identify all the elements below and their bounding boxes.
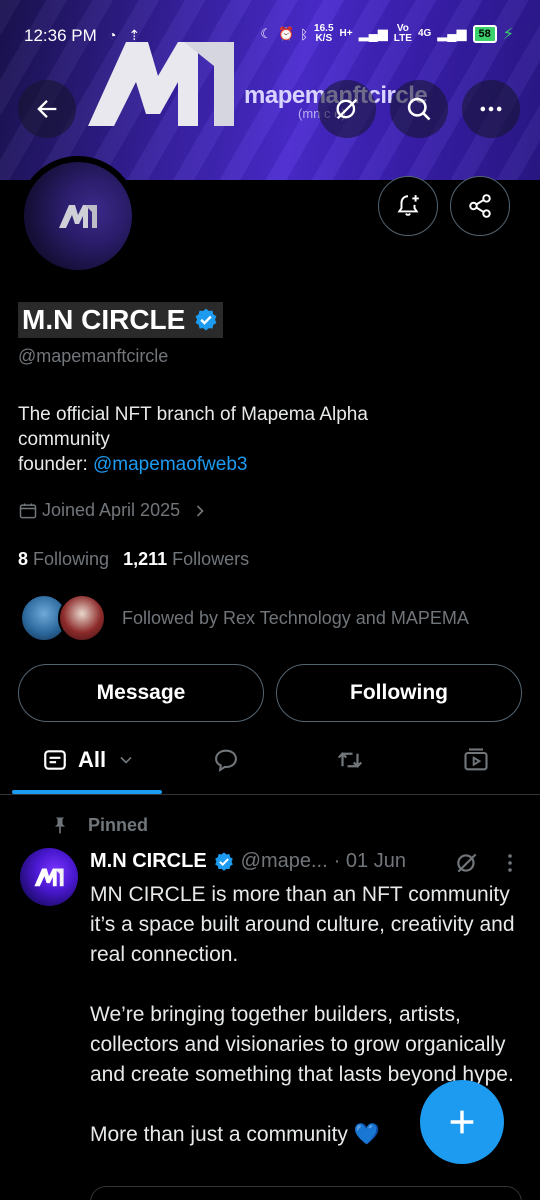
more-horizontal-icon: [480, 106, 502, 112]
profile-avatar[interactable]: [18, 156, 138, 276]
feed-icon: [44, 750, 66, 770]
plus-icon: [450, 1110, 474, 1134]
verified-badge-icon: [214, 851, 233, 871]
post-author-avatar[interactable]: [20, 848, 78, 906]
pinned-label: Pinned: [50, 814, 148, 836]
post-more-icon[interactable]: [498, 850, 522, 876]
followed-by[interactable]: Followed by Rex Technology and MAPEMA: [20, 594, 469, 642]
share-button[interactable]: [450, 176, 510, 236]
profile-name: M.N CIRCLE: [18, 302, 224, 338]
post-media-preview[interactable]: [90, 1186, 522, 1200]
grok-slash-icon[interactable]: [454, 850, 480, 876]
volte-label: Vo LTE: [393, 23, 412, 44]
net-speed: 16.5 K/S: [314, 23, 334, 44]
back-arrow-icon: [37, 100, 57, 118]
status-time: 12:36 PM: [24, 26, 97, 45]
tabs-divider: [0, 794, 540, 795]
status-bar: 12:36 PM ◔ ⇡ ☾ ⏰ ᛒ 16.5 K/S H+ ▂▄▆ Vo LTE …: [0, 0, 540, 60]
follower-avatar-2: [58, 594, 106, 642]
post-header: M.N CIRCLE @mape... · 01 Jun: [90, 850, 406, 873]
chevron-right-icon: [197, 504, 204, 517]
status-right-icons: ☾ ⏰ ᛒ 16.5 K/S H+ ▂▄▆ Vo LTE 4G ▂▄▆ 58 ⚡: [260, 24, 514, 44]
profile-handle: @mapemanftcircle: [18, 346, 169, 366]
post-author-name[interactable]: M.N CIRCLE: [90, 850, 207, 873]
status-notification-icons: ◔ ⇡: [108, 27, 140, 44]
following-button[interactable]: Following: [276, 664, 522, 722]
joined-date[interactable]: Joined April 2025: [18, 500, 210, 521]
pin-icon: [55, 817, 65, 834]
compose-button[interactable]: [420, 1080, 504, 1164]
back-button[interactable]: [18, 80, 76, 138]
profile-bio: The official NFT branch of Mapema Alpha …: [18, 404, 368, 475]
repost-icon: [337, 752, 363, 768]
verified-badge-icon[interactable]: [193, 307, 219, 333]
follow-stats: 8 Following 1,211 Followers: [18, 549, 249, 570]
followers-stat[interactable]: 1,211 Followers: [123, 549, 249, 570]
notify-button[interactable]: [378, 176, 438, 236]
whatsapp-icon: ◔: [108, 27, 117, 43]
tab-all-label: All: [77, 747, 107, 772]
tab-reposts[interactable]: [320, 730, 380, 790]
tab-replies[interactable]: [196, 730, 256, 790]
followed-by-text: Followed by Rex Technology and MAPEMA: [122, 607, 469, 628]
share-icon: [469, 194, 491, 218]
battery-indicator: 58: [472, 25, 497, 43]
bluetooth-icon: ᛒ: [300, 26, 309, 42]
signal-icon: ▂▄▆: [358, 26, 388, 41]
grok-slash-icon: [336, 98, 358, 120]
more-button[interactable]: [462, 80, 520, 138]
tab-media[interactable]: [446, 730, 506, 790]
chevron-down-icon: [120, 756, 132, 764]
upload-icon: ⇡: [128, 27, 141, 43]
net-type-4g: 4G: [417, 28, 432, 39]
signal-icon-2: ▂▄▆: [437, 26, 467, 41]
post-author-handle: @mape...: [240, 850, 328, 872]
search-button[interactable]: [390, 80, 448, 138]
profile-name-text: M.N CIRCLE: [22, 304, 186, 335]
mn-logo-small: [34, 868, 64, 887]
calendar-icon: [19, 503, 37, 518]
following-stat[interactable]: 8 Following: [18, 549, 109, 570]
profile-tabs: All: [0, 730, 540, 794]
founder-link[interactable]: @mapemaofweb3: [93, 454, 247, 475]
grok-button[interactable]: [318, 80, 376, 138]
tab-all[interactable]: All: [24, 730, 154, 790]
charging-icon: ⚡: [502, 26, 514, 43]
bell-plus-icon: [397, 195, 419, 216]
alarm-icon: ⏰: [278, 26, 295, 41]
search-icon: [407, 97, 431, 121]
dnd-moon-icon: ☾: [260, 26, 273, 41]
reply-icon: [215, 749, 237, 773]
media-icon: [464, 748, 488, 771]
post-date: · 01 Jun: [333, 850, 406, 872]
message-button[interactable]: Message: [18, 664, 264, 722]
net-type-hplus: H+: [339, 28, 353, 39]
mn-logo: [59, 205, 97, 228]
